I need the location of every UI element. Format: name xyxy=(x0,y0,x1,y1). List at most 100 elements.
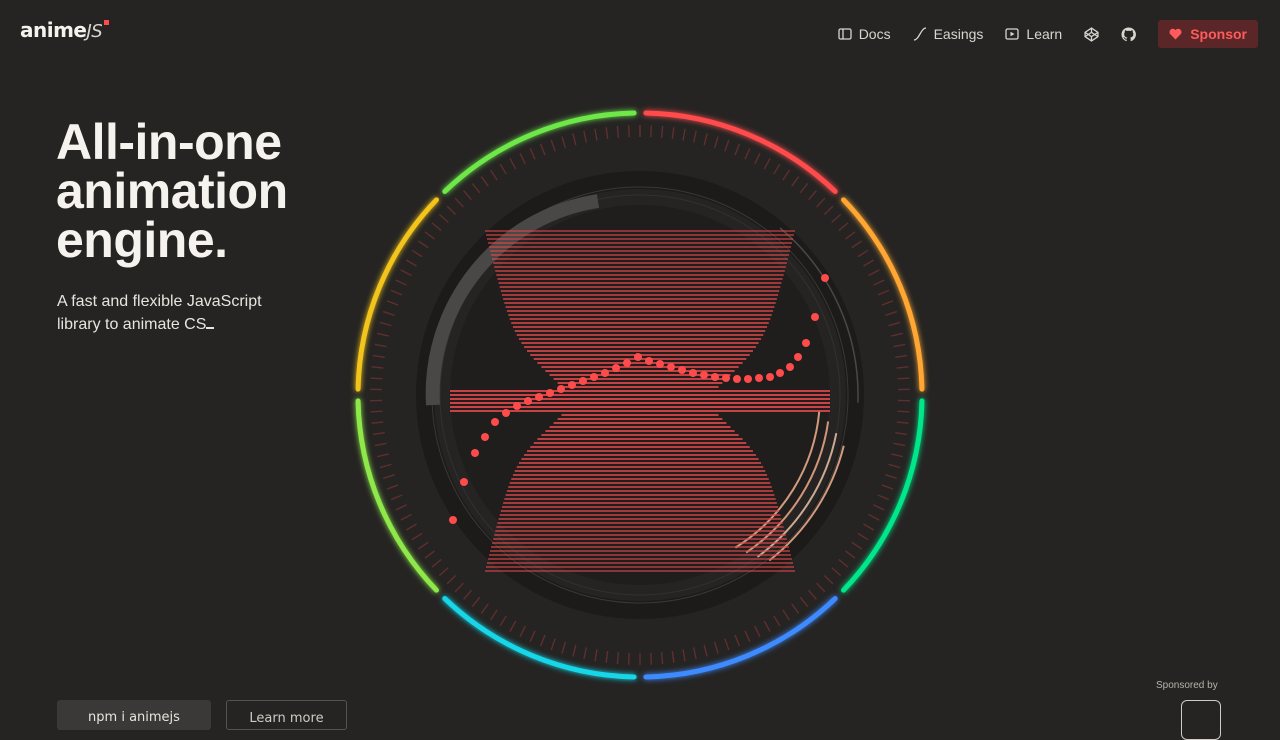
tick-mark xyxy=(617,652,618,664)
bar-line xyxy=(503,502,777,504)
learn-more-label: Learn more xyxy=(249,711,323,726)
animejs-logo[interactable]: anime JS xyxy=(20,18,109,42)
curve-dot xyxy=(579,377,587,385)
tick-mark xyxy=(551,639,555,650)
tick-mark xyxy=(472,183,479,192)
tick-mark xyxy=(839,223,848,231)
bar-line xyxy=(493,538,787,540)
nav-docs[interactable]: Docs xyxy=(838,26,891,42)
nav-docs-label: Docs xyxy=(859,26,891,42)
tick-mark xyxy=(455,583,463,592)
tick-mark xyxy=(745,631,750,642)
bar-line xyxy=(494,266,786,268)
tick-mark xyxy=(418,241,428,248)
tick-mark xyxy=(541,144,545,155)
bar-line xyxy=(450,398,830,400)
tick-mark xyxy=(735,635,739,646)
bar-line xyxy=(506,306,775,308)
tick-mark xyxy=(878,290,889,295)
bar-line xyxy=(487,562,793,564)
nav-learn-label: Learn xyxy=(1026,26,1062,42)
bar-line xyxy=(508,486,771,488)
tick-mark xyxy=(401,515,412,521)
tick-mark xyxy=(755,153,760,164)
tick-mark xyxy=(858,250,868,256)
curve-dot xyxy=(601,369,609,377)
tick-mark xyxy=(425,551,435,558)
tick-mark xyxy=(432,223,441,231)
bar-line xyxy=(510,318,771,320)
nav-easings[interactable]: Easings xyxy=(913,26,984,42)
tick-mark xyxy=(662,652,663,664)
codepen-link[interactable] xyxy=(1084,27,1099,42)
tick-mark xyxy=(418,542,428,549)
install-command-label: npm i animejs xyxy=(88,710,180,725)
bar-line xyxy=(550,426,731,428)
curve-dot xyxy=(557,385,565,393)
curve-dot xyxy=(811,313,819,321)
hero-subtitle-line-1: A fast and flexible JavaScript xyxy=(57,293,262,310)
bar-line xyxy=(515,330,766,332)
codepen-icon xyxy=(1084,27,1099,42)
bar-line xyxy=(492,258,788,260)
bar-line xyxy=(501,290,779,292)
hero-subtitle: A fast and flexible JavaScript library t… xyxy=(57,290,327,336)
tick-mark xyxy=(832,214,841,222)
tick-mark xyxy=(863,524,873,530)
tick-mark xyxy=(606,127,608,139)
bar-line xyxy=(485,570,795,572)
curve-dot xyxy=(535,393,543,401)
curve-dot xyxy=(645,357,653,365)
tick-mark xyxy=(387,301,398,305)
tick-mark xyxy=(783,610,790,620)
hero-title-line-3: engine. xyxy=(56,216,288,265)
bar-line xyxy=(524,346,756,348)
hero-title: All-in-one animation engine. xyxy=(56,118,288,265)
tick-mark xyxy=(858,533,868,539)
bar-line xyxy=(510,482,771,484)
tick-mark xyxy=(895,433,907,435)
tick-mark xyxy=(869,270,880,276)
install-command-button[interactable]: npm i animejs xyxy=(57,700,211,730)
nav-learn[interactable]: Learn xyxy=(1005,26,1062,42)
logo-dot xyxy=(104,20,109,25)
bar-line xyxy=(499,518,782,520)
github-link[interactable] xyxy=(1121,27,1136,42)
tick-mark xyxy=(520,626,525,637)
tick-mark xyxy=(683,649,685,661)
tick-mark xyxy=(432,559,441,567)
bar-line xyxy=(527,450,753,452)
curve-dot xyxy=(667,363,675,371)
bar-line xyxy=(534,442,747,444)
tick-mark xyxy=(725,639,729,650)
tick-mark xyxy=(832,568,841,576)
curve-dot xyxy=(502,409,510,417)
tick-mark xyxy=(817,583,825,592)
curve-dot xyxy=(821,274,829,282)
bar-line xyxy=(501,510,779,512)
curve-dot xyxy=(733,375,741,383)
tick-mark xyxy=(725,140,729,151)
bar-line xyxy=(554,422,727,424)
learn-more-button[interactable]: Learn more xyxy=(226,700,347,730)
tick-mark xyxy=(800,183,807,192)
bar-line xyxy=(561,386,718,388)
hero-title-line-1: All-in-one xyxy=(56,118,288,167)
curve-dot xyxy=(700,371,708,379)
tick-mark xyxy=(897,422,909,423)
tick-mark xyxy=(764,158,770,169)
tick-mark xyxy=(774,164,780,174)
curve-dot xyxy=(623,359,631,367)
tick-mark xyxy=(464,191,472,200)
bar-line xyxy=(541,434,738,436)
bar-line xyxy=(489,246,791,248)
sponsor-button[interactable]: Sponsor xyxy=(1158,20,1258,48)
bar-line xyxy=(488,558,792,560)
bar-line xyxy=(502,294,778,296)
tick-mark xyxy=(891,333,903,336)
tick-mark xyxy=(629,125,630,137)
bar-line xyxy=(486,566,794,568)
sponsor-logo[interactable] xyxy=(1181,700,1221,740)
tick-mark xyxy=(895,356,907,358)
tick-mark xyxy=(371,422,383,423)
